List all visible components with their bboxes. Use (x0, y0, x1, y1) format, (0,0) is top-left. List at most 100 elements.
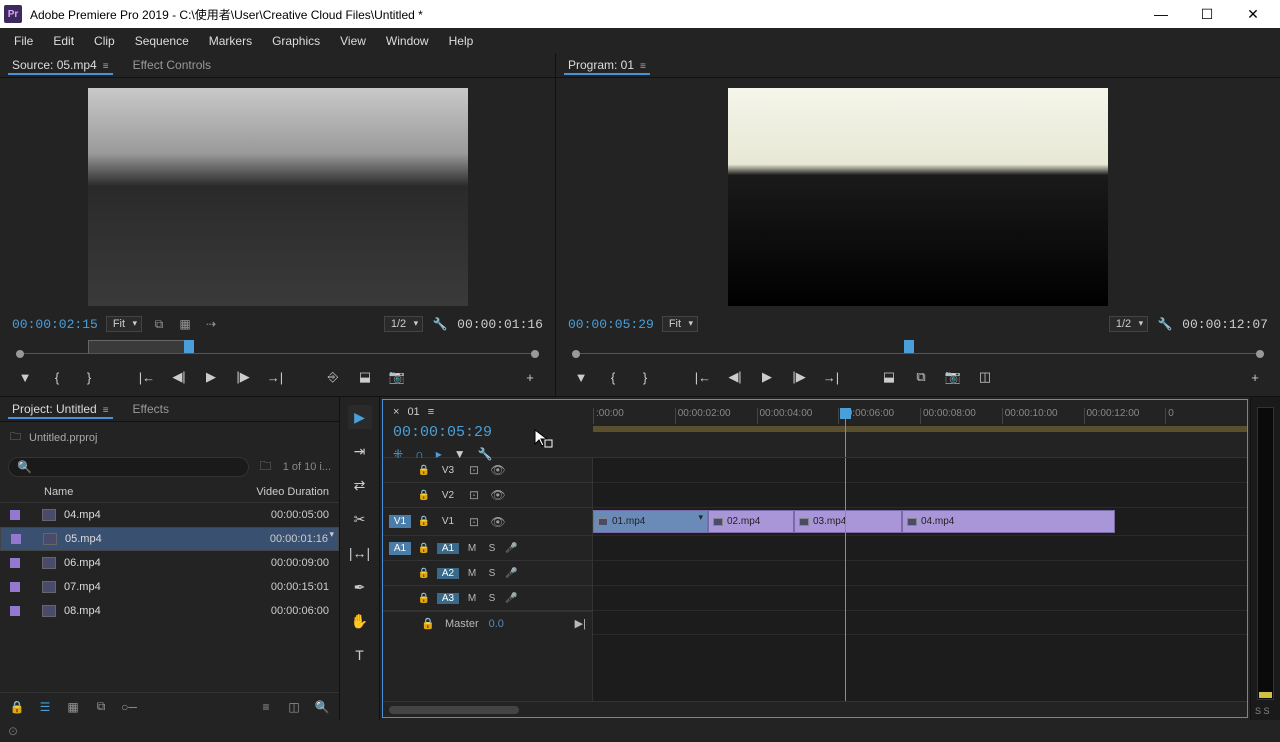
go-out-icon[interactable]: →| (266, 368, 284, 386)
find-icon[interactable]: 🔍 (313, 698, 331, 716)
sequence-name[interactable]: 01 (407, 406, 419, 418)
play-icon[interactable]: ▶ (758, 368, 776, 386)
list-view-icon[interactable]: ☰ (36, 698, 54, 716)
timeline-clip[interactable]: 04.mp4 (902, 510, 1115, 533)
track-target[interactable]: V2 (437, 490, 459, 501)
track-row[interactable] (593, 561, 1247, 586)
icon-view-icon[interactable]: ▦ (64, 698, 82, 716)
tab-program[interactable]: Program: 01≡ (564, 55, 650, 75)
source-crop-icon[interactable]: ⧉ (150, 315, 168, 333)
source-timecode[interactable]: 00:00:02:15 (12, 317, 98, 332)
overwrite-icon[interactable]: ⬓ (356, 368, 374, 386)
program-view[interactable] (728, 88, 1108, 306)
step-fwd-icon[interactable]: |▶ (790, 368, 808, 386)
program-zoom-select[interactable]: Fit (662, 316, 698, 332)
menu-clip[interactable]: Clip (84, 30, 125, 52)
bin-header[interactable]: Name Video Duration (0, 481, 339, 503)
timeline-clip[interactable]: 02.mp4 (708, 510, 794, 533)
source-add-button-icon[interactable]: + (521, 368, 539, 386)
track-header[interactable]: 🔒A2MS🎤 (383, 561, 592, 586)
tab-effect-controls[interactable]: Effect Controls (129, 55, 215, 75)
mark-in-icon[interactable]: { (604, 368, 622, 386)
lock-icon[interactable]: 🔒 (417, 516, 431, 527)
mark-out-icon[interactable]: } (80, 368, 98, 386)
track-header[interactable]: 🔒 V3 ⊡ 👁 (383, 458, 592, 483)
source-res-select[interactable]: 1/2 (384, 316, 423, 332)
timeline-h-scroll[interactable] (383, 701, 1247, 717)
voice-icon[interactable]: 🎤 (505, 543, 517, 554)
track-row[interactable] (593, 458, 1247, 483)
export-frame-icon[interactable]: 📷 (388, 368, 406, 386)
track-header[interactable]: V1 🔒 V1 ⊡ 👁 (383, 508, 592, 536)
menu-graphics[interactable]: Graphics (262, 30, 330, 52)
lock-icon[interactable]: 🔒 (417, 465, 431, 476)
track-header[interactable]: A1🔒A1MS🎤 (383, 536, 592, 561)
menu-file[interactable]: File (4, 30, 43, 52)
menu-edit[interactable]: Edit (43, 30, 84, 52)
lock-icon[interactable]: 🔒 (417, 490, 431, 501)
go-in-icon[interactable]: |← (694, 368, 712, 386)
mark-in-icon[interactable]: { (48, 368, 66, 386)
extract-icon[interactable]: ⧉ (912, 368, 930, 386)
timeline-clip[interactable]: 03.mp4 (794, 510, 902, 533)
source-view[interactable] (88, 88, 468, 306)
program-timecode[interactable]: 00:00:05:29 (568, 317, 654, 332)
program-add-button-icon[interactable]: + (1246, 368, 1264, 386)
go-in-icon[interactable]: |← (138, 368, 156, 386)
source-av-icon[interactable]: ▦ (176, 315, 194, 333)
sync-lock-icon[interactable]: ⊡ (465, 513, 483, 531)
bin-item[interactable]: 08.mp400:00:06:00 (0, 599, 339, 623)
ripple-tool[interactable]: ⇄ (348, 473, 372, 497)
add-marker-icon[interactable]: ▼ (572, 368, 590, 386)
lock-icon[interactable]: 🔒 (417, 543, 431, 554)
program-scrubber[interactable] (572, 340, 1264, 362)
bin-item[interactable]: 07.mp400:00:15:01 (0, 575, 339, 599)
track-header[interactable]: 🔒A3MS🎤 (383, 586, 592, 611)
step-back-icon[interactable]: ◀| (726, 368, 744, 386)
compare-icon[interactable]: ◫ (976, 368, 994, 386)
hand-tool[interactable]: ✋ (348, 609, 372, 633)
track-row[interactable]: 01.mp402.mp403.mp404.mp4 (593, 508, 1247, 536)
eye-icon[interactable]: 👁 (489, 461, 507, 479)
insert-icon[interactable]: ⎆ (324, 368, 342, 386)
goto-end-icon[interactable]: ▶| (575, 617, 586, 630)
menu-markers[interactable]: Markers (199, 30, 262, 52)
lift-icon[interactable]: ⬓ (880, 368, 898, 386)
track-target[interactable]: A3 (437, 593, 459, 604)
lock-icon[interactable]: 🔒 (417, 568, 431, 579)
pen-tool[interactable]: ✒ (348, 575, 372, 599)
eye-icon[interactable]: 👁 (489, 513, 507, 531)
maximize-button[interactable]: ☐ (1184, 0, 1230, 28)
bin-item[interactable]: 06.mp400:00:09:00 (0, 551, 339, 575)
track-row[interactable] (593, 483, 1247, 508)
step-back-icon[interactable]: ◀| (170, 368, 188, 386)
search-input[interactable]: 🔍 (8, 457, 249, 477)
menu-sequence[interactable]: Sequence (125, 30, 199, 52)
sync-lock-icon[interactable]: ⊡ (465, 461, 483, 479)
new-bin-icon[interactable]: 🗀 (257, 458, 275, 476)
tab-project[interactable]: Project: Untitled≡ (8, 399, 113, 419)
track-target[interactable]: V3 (437, 465, 459, 476)
play-icon[interactable]: ▶ (202, 368, 220, 386)
track-target[interactable]: V1 (437, 516, 459, 527)
bin-item[interactable]: 05.mp400:00:01:16 (0, 527, 339, 551)
menu-view[interactable]: View (330, 30, 376, 52)
sync-lock-icon[interactable]: ⊡ (465, 486, 483, 504)
lock-icon[interactable]: 🔒 (8, 698, 26, 716)
minimize-button[interactable]: — (1138, 0, 1184, 28)
track-target[interactable]: A1 (437, 543, 459, 554)
freeform-view-icon[interactable]: ⧉ (92, 698, 110, 716)
menu-window[interactable]: Window (376, 30, 439, 52)
timeline-ruler[interactable]: :00:0000:00:02:0000:00:04:0000:00:06:000… (593, 400, 1247, 457)
wrench-icon[interactable]: 🔧 (1156, 315, 1174, 333)
voice-icon[interactable]: 🎤 (505, 593, 517, 604)
close-seq-icon[interactable]: × (393, 406, 399, 418)
voice-icon[interactable]: 🎤 (505, 568, 517, 579)
track-row[interactable] (593, 536, 1247, 561)
zoom-slider[interactable]: ○─ (120, 698, 138, 716)
source-zoom-select[interactable]: Fit (106, 316, 142, 332)
export-frame-icon[interactable]: 📷 (944, 368, 962, 386)
source-patch[interactable]: V1 (389, 515, 411, 528)
type-tool[interactable]: T (348, 643, 372, 667)
bin-item[interactable]: 04.mp400:00:05:00 (0, 503, 339, 527)
